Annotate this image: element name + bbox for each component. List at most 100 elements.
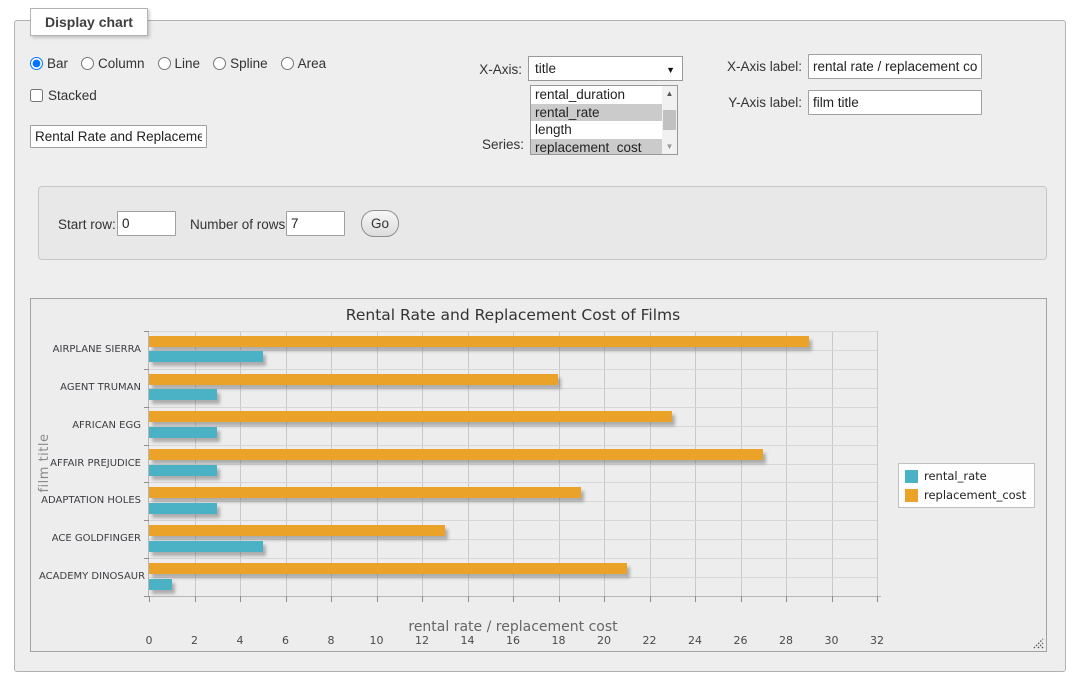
radio-spline-input[interactable] xyxy=(213,57,226,70)
y-tick-mark xyxy=(144,407,149,408)
y-tick-mark xyxy=(144,445,149,446)
x-tick-mark xyxy=(786,596,787,602)
horizontal-gridline xyxy=(149,426,877,427)
legend-item: replacement_cost xyxy=(905,488,1026,502)
vertical-gridline xyxy=(877,331,878,596)
x-tick-label: 16 xyxy=(493,634,533,647)
start-row-label: Start row: xyxy=(58,217,116,232)
x-tick-label: 24 xyxy=(675,634,715,647)
radio-spline-label: Spline xyxy=(230,56,268,71)
radio-line-input[interactable] xyxy=(158,57,171,70)
x-tick-label: 18 xyxy=(539,634,579,647)
radio-area-label: Area xyxy=(298,56,327,71)
y-tick-mark xyxy=(144,369,149,370)
stacked-row: Stacked xyxy=(30,88,97,103)
x-tick-label: 8 xyxy=(311,634,351,647)
bar-rental_rate xyxy=(149,541,263,552)
y-axis-label-input[interactable] xyxy=(808,90,982,115)
category-label: AIRPLANE SIERRA xyxy=(39,344,141,355)
y-tick-mark xyxy=(144,596,149,597)
bar-replacement_cost xyxy=(149,449,763,460)
x-tick-label: 22 xyxy=(630,634,670,647)
chart-container: Rental Rate and Replacement Cost of Film… xyxy=(30,298,1047,652)
bar-replacement_cost xyxy=(149,563,627,574)
radio-spline[interactable]: Spline xyxy=(213,56,268,71)
radio-column[interactable]: Column xyxy=(81,56,145,71)
plot-area: 02468101214161820222426283032 xyxy=(149,331,877,596)
series-option-replacement-cost[interactable]: replacement_cost xyxy=(531,139,677,156)
bar-replacement_cost xyxy=(149,336,809,347)
horizontal-gridline xyxy=(149,501,877,502)
series-option-rental-rate[interactable]: rental_rate xyxy=(531,104,677,122)
legend-swatch-rental_rate xyxy=(905,470,918,483)
x-tick-label: 26 xyxy=(721,634,761,647)
radio-bar-input[interactable] xyxy=(30,57,43,70)
radio-column-label: Column xyxy=(98,56,145,71)
x-tick-mark xyxy=(331,596,332,602)
x-tick-label: 4 xyxy=(220,634,260,647)
stacked-label: Stacked xyxy=(48,88,97,103)
x-tick-label: 14 xyxy=(448,634,488,647)
bar-rental_rate xyxy=(149,503,217,514)
horizontal-gridline xyxy=(149,577,877,578)
scroll-up-icon[interactable]: ▲ xyxy=(662,86,677,101)
number-of-rows-input[interactable] xyxy=(286,211,345,236)
horizontal-gridline xyxy=(149,369,877,370)
x-tick-mark xyxy=(240,596,241,602)
radio-line[interactable]: Line xyxy=(158,56,201,71)
x-tick-label: 28 xyxy=(766,634,806,647)
x-axis-selected-value: title xyxy=(535,61,556,76)
legend-label: rental_rate xyxy=(924,469,987,483)
fieldset-legend: Display chart xyxy=(30,8,148,36)
scroll-down-icon[interactable]: ▼ xyxy=(662,139,677,154)
bar-rental_rate xyxy=(149,389,217,400)
series-scrollbar[interactable]: ▲ ▼ xyxy=(662,86,677,154)
y-axis-label-caption: Y-Axis label: xyxy=(705,95,802,110)
resize-handle[interactable] xyxy=(1031,636,1044,649)
x-axis-select[interactable]: title ▼ xyxy=(528,56,683,81)
x-tick-mark xyxy=(149,596,150,602)
bar-replacement_cost xyxy=(149,411,672,422)
x-tick-mark xyxy=(468,596,469,602)
x-tick-mark xyxy=(286,596,287,602)
radio-line-label: Line xyxy=(175,56,201,71)
horizontal-gridline xyxy=(149,482,877,483)
x-axis-select-label: X-Axis: xyxy=(460,62,522,77)
x-tick-label: 0 xyxy=(129,634,169,647)
x-tick-mark xyxy=(741,596,742,602)
chevron-down-icon: ▼ xyxy=(666,65,675,75)
horizontal-gridline xyxy=(149,407,877,408)
go-button[interactable]: Go xyxy=(361,210,399,237)
series-option-length[interactable]: length xyxy=(531,121,677,139)
category-label: ACADEMY DINOSAUR xyxy=(39,571,141,582)
x-tick-label: 2 xyxy=(175,634,215,647)
scrollbar-thumb[interactable] xyxy=(663,110,676,130)
radio-area[interactable]: Area xyxy=(281,56,327,71)
category-label: AFFAIR PREJUDICE xyxy=(39,458,141,469)
x-tick-mark xyxy=(377,596,378,602)
x-tick-mark xyxy=(877,596,878,602)
horizontal-gridline xyxy=(149,520,877,521)
horizontal-gridline xyxy=(149,558,877,559)
radio-column-input[interactable] xyxy=(81,57,94,70)
x-tick-label: 6 xyxy=(266,634,306,647)
bar-rental_rate xyxy=(149,579,172,590)
y-tick-mark xyxy=(144,482,149,483)
chart-title-input[interactable] xyxy=(30,125,207,148)
x-tick-label: 10 xyxy=(357,634,397,647)
radio-bar[interactable]: Bar xyxy=(30,56,68,71)
x-axis-label-caption: X-Axis label: xyxy=(705,59,802,74)
horizontal-gridline xyxy=(149,464,877,465)
start-row-input[interactable] xyxy=(117,211,176,236)
series-select-label: Series: xyxy=(462,137,524,152)
series-option-rental-duration[interactable]: rental_duration xyxy=(531,86,677,104)
page: Display chart Bar Column Line Spline Are… xyxy=(0,0,1081,681)
stacked-checkbox[interactable] xyxy=(30,89,43,102)
x-tick-label: 32 xyxy=(857,634,897,647)
radio-area-input[interactable] xyxy=(281,57,294,70)
x-tick-label: 20 xyxy=(584,634,624,647)
series-listbox[interactable]: rental_duration rental_rate length repla… xyxy=(530,85,678,155)
x-axis-label-input[interactable] xyxy=(808,54,982,79)
category-label: AGENT TRUMAN xyxy=(39,382,141,393)
x-tick-mark xyxy=(604,596,605,602)
